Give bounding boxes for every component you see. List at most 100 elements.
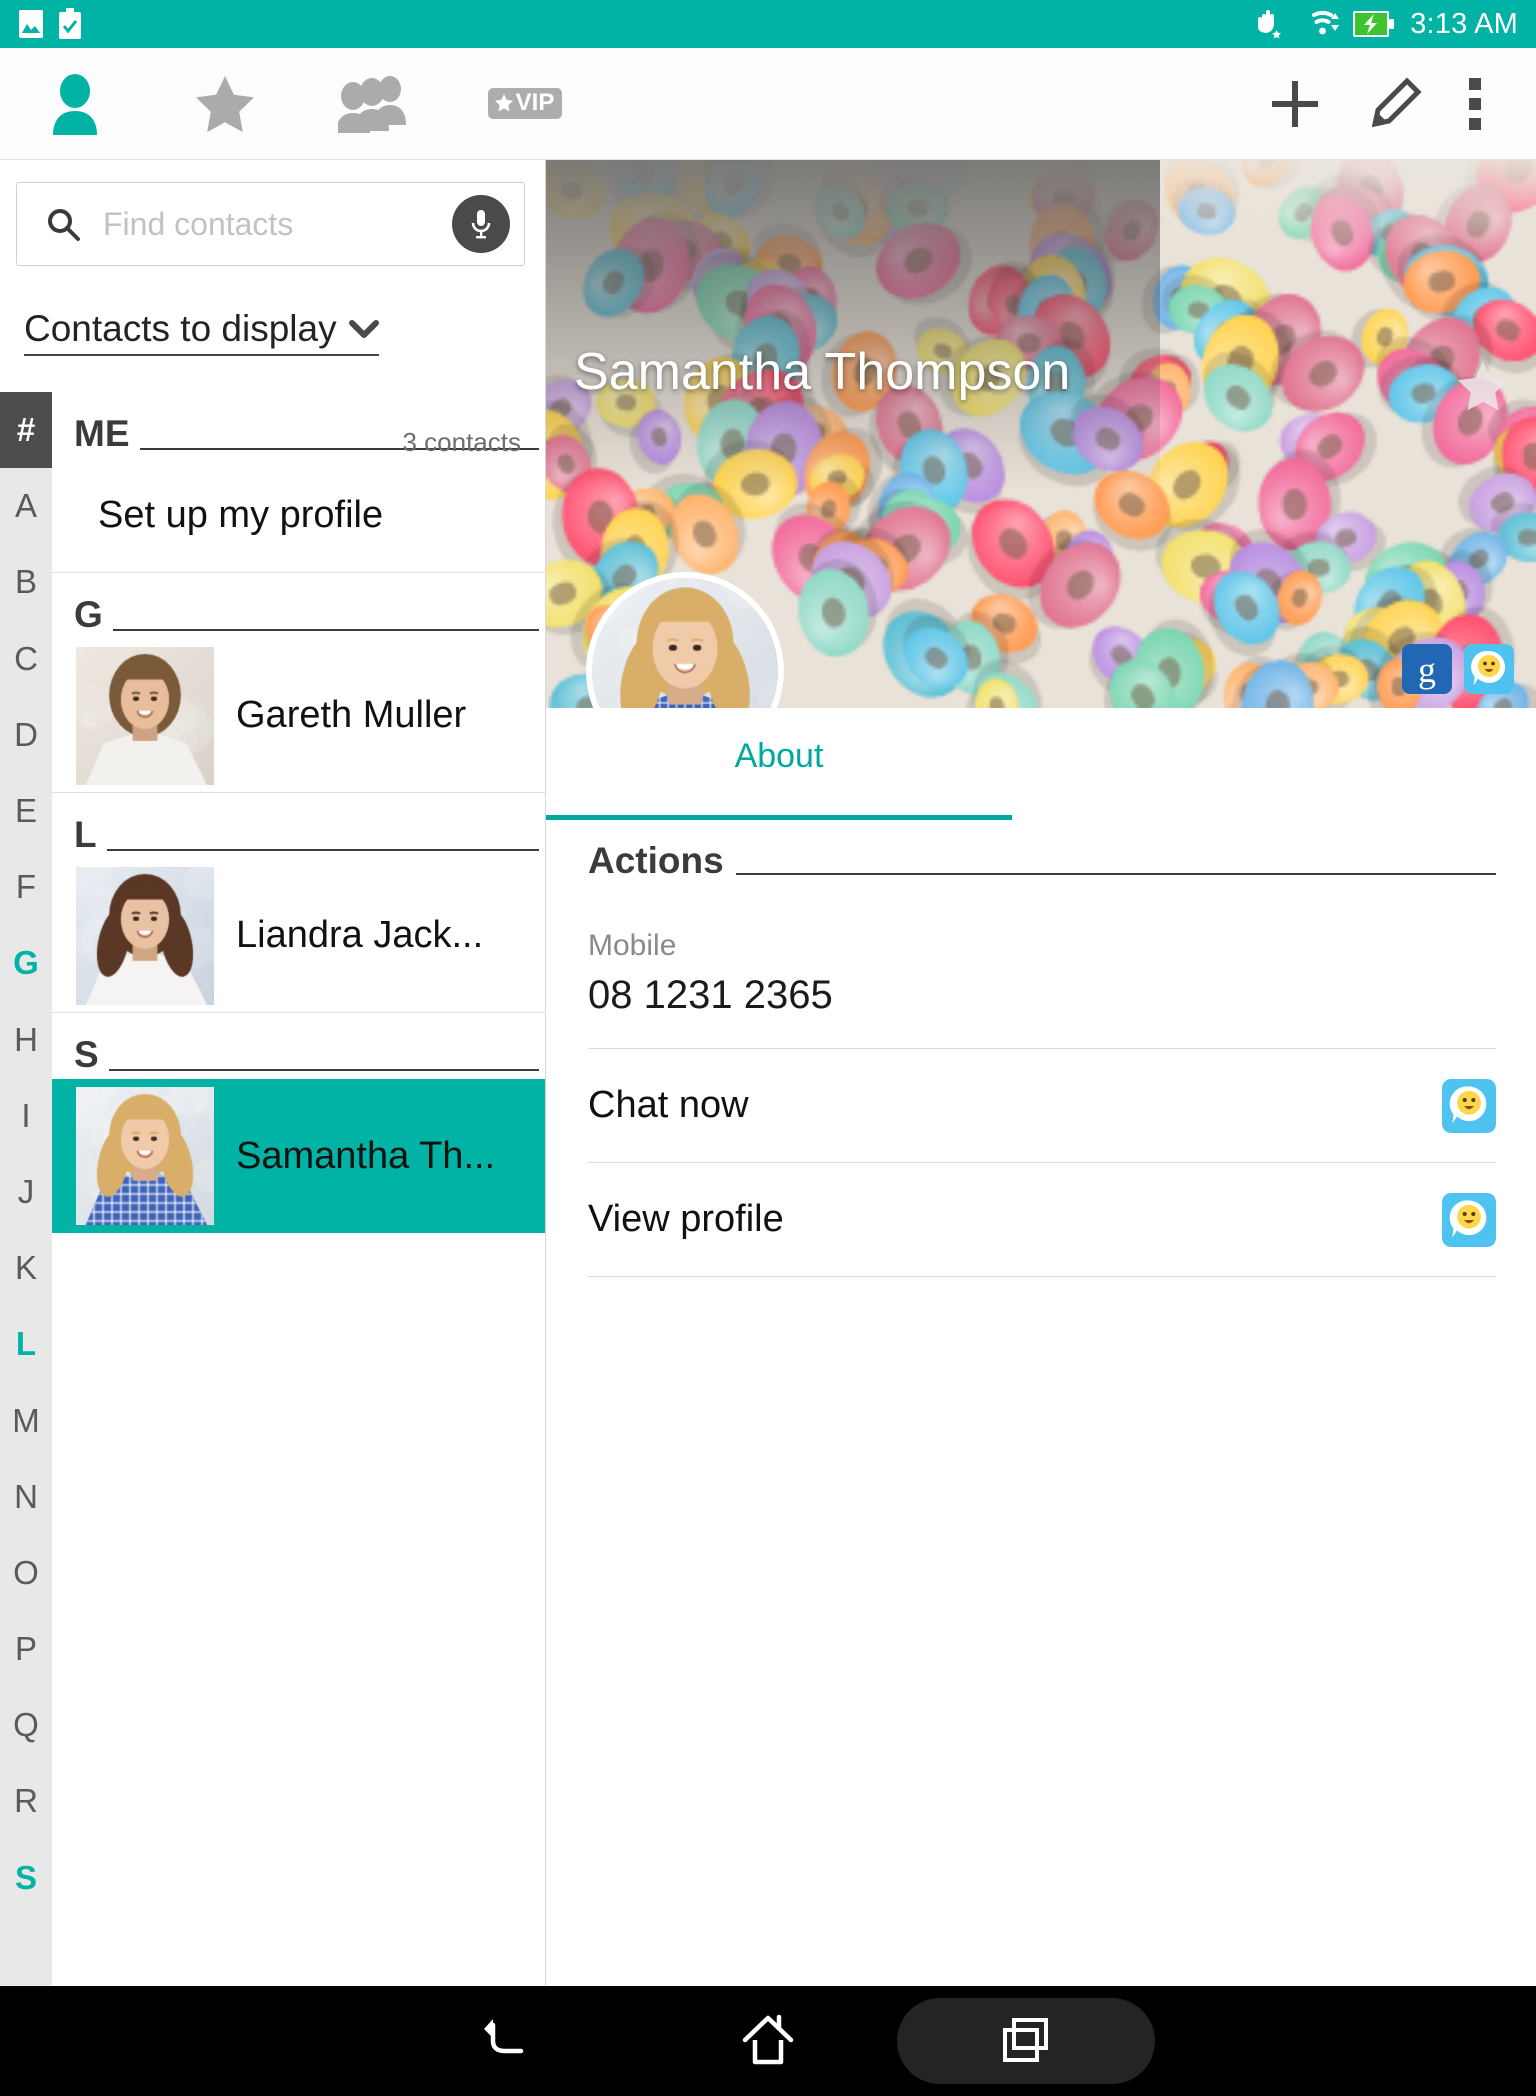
alpha-index-l[interactable]: L [0,1306,52,1382]
status-bar-left-icons [18,8,82,40]
nav-recents-button[interactable] [897,1998,1155,2084]
contact-name: Liandra Jack... [236,914,484,956]
overflow-menu-button[interactable] [1468,76,1482,132]
recents-icon [1003,2018,1048,2062]
section-rule [112,629,539,631]
glove-mode-icon [1258,10,1282,39]
section-rule [106,849,539,851]
battery-saver-icon [59,8,81,39]
list-item[interactable]: Set up my profile [52,458,545,573]
section-header-g: G [52,573,545,639]
alpha-index-r[interactable]: R [0,1763,52,1839]
main-content: Find contacts Contacts to display # A B … [0,160,1536,1986]
microphone-icon [471,210,491,239]
smiley-chat-icon [1464,644,1514,694]
tab-active-indicator [546,815,1012,820]
back-arrow-icon [484,2019,524,2054]
contact-name: Samantha Th... [236,1134,496,1177]
tab-favorites[interactable] [150,48,300,160]
favorite-toggle-button[interactable] [1456,360,1510,417]
contact-avatar [76,1087,214,1225]
vip-badge-icon: VIP [487,88,563,119]
alpha-index-hash[interactable]: # [0,392,52,469]
alpha-index-q[interactable]: Q [0,1687,52,1763]
google-g-icon: g [1402,644,1452,694]
alpha-index-a[interactable]: A [0,468,52,544]
alpha-index-i[interactable]: I [0,1078,52,1154]
avatar[interactable] [586,572,784,708]
gallery-icon [19,10,43,38]
alpha-index-o[interactable]: O [0,1535,52,1611]
contacts-to-display-button[interactable]: Contacts to display [24,308,379,356]
alpha-index-p[interactable]: P [0,1611,52,1687]
system-navigation-bar [0,1986,1536,2096]
more-vertical-icon [1469,77,1481,130]
alpha-index-m[interactable]: M [0,1382,52,1458]
alpha-index-f[interactable]: F [0,849,52,925]
section-header-me: ME 3 contacts [52,392,545,458]
contacts-to-display-label: Contacts to display [24,308,337,349]
search-area: Find contacts [0,160,545,266]
alphabet-index[interactable]: # A B C D E F G H I J K L M N O P Q R S [0,392,52,1986]
section-letter: ME [74,413,130,454]
alpha-index-e[interactable]: E [0,773,52,849]
vip-star-icon [494,94,513,112]
status-bar-right-icons: 3:13 AM [1253,7,1518,41]
contacts-list-area: # A B C D E F G H I J K L M N O P Q R S ME 3 contacts Set u… [0,392,545,1986]
action-row-view-profile[interactable]: View profile [588,1162,1496,1276]
actions-rule [735,873,1496,875]
pencil-icon [1371,76,1422,127]
section-rule [108,1069,539,1071]
contacts-to-display-row: Contacts to display [0,266,545,392]
actions-title: Actions [588,840,724,881]
section-letter: S [74,1034,99,1075]
alpha-index-h[interactable]: H [0,1002,52,1078]
alpha-index-n[interactable]: N [0,1459,52,1535]
messenger-account-badge[interactable] [1464,644,1514,694]
smiley-chat-icon [1442,1078,1496,1133]
contacts-count: 3 contacts [402,427,521,457]
section-letter: G [74,594,103,635]
add-contact-button[interactable] [1268,77,1322,131]
action-label: View profile [588,1198,784,1240]
tab-contacts[interactable] [0,48,150,160]
account-badges: g [1402,644,1514,694]
smiley-chat-icon [1442,1192,1496,1247]
search-input[interactable]: Find contacts [16,182,525,266]
nav-home-button[interactable] [639,1986,897,2096]
contact-avatar [76,866,214,1005]
section-header-l: L [52,793,545,859]
contact-display-name: Samantha Thompson [574,343,1071,401]
plus-icon [1272,80,1318,127]
list-item-selected[interactable]: Samantha Th... [52,1079,545,1233]
actions-section-header: Actions [588,842,1496,883]
alpha-index-d[interactable]: D [0,697,52,773]
alpha-index-b[interactable]: B [0,544,52,620]
edit-contact-button[interactable] [1368,76,1422,131]
list-item[interactable]: Gareth Muller [52,639,545,793]
voice-search-button[interactable] [452,195,510,253]
actions-bottom-divider [588,1276,1496,1277]
section-header-s: S [52,1013,545,1079]
nav-back-button[interactable] [381,1986,639,2096]
alpha-index-s[interactable]: S [0,1840,52,1916]
contact-detail-pane: Samantha Thompson g About Actions Mobile… [546,160,1536,1986]
alpha-index-j[interactable]: J [0,1154,52,1230]
star-icon [196,75,254,132]
alpha-index-k[interactable]: K [0,1230,52,1306]
smiley-chat-icon-glyph [1442,1192,1496,1247]
tab-groups[interactable] [300,48,450,160]
alpha-index-c[interactable]: C [0,621,52,697]
tab-about[interactable]: About [546,737,1012,820]
phone-number-value: 08 1231 2365 [588,973,833,1017]
action-row-chat-now[interactable]: Chat now [588,1048,1496,1162]
alpha-index-g[interactable]: G [0,925,52,1001]
list-item[interactable]: Liandra Jack... [52,859,545,1013]
tab-vip[interactable]: VIP [450,48,600,160]
contact-name: Set up my profile [98,493,384,536]
action-label: Chat now [588,1084,749,1126]
phone-type-label: Mobile [588,929,677,962]
star-outline-icon [1457,361,1509,411]
google-account-badge[interactable]: g [1402,644,1452,694]
phone-number-block[interactable]: Mobile 08 1231 2365 [588,883,1496,1048]
